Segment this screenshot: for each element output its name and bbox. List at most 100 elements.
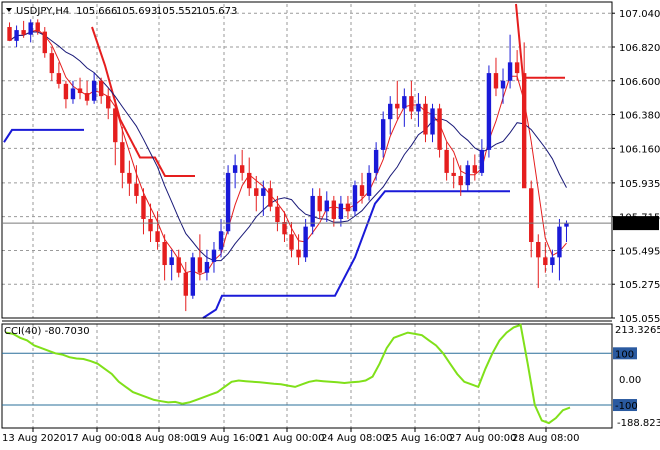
price-tick-label: 105.275 — [619, 280, 660, 291]
candle-body — [465, 165, 470, 186]
current-price-text: 105.673 — [617, 219, 658, 230]
price-axis: 107.040 106.820 106.600 106.380 106.160 105.9… — [612, 9, 660, 325]
stop-line-blue — [3, 128, 510, 319]
cci-level-label: 0.00 — [619, 375, 641, 386]
time-label: 25 Aug 16:00 — [385, 433, 452, 444]
candle-body — [239, 165, 245, 173]
price-tick-label: 106.600 — [619, 77, 660, 88]
candle-body — [437, 108, 442, 150]
price-chart[interactable]: 107.040 106.820 106.600 106.380 106.160 105.9… — [0, 0, 660, 450]
candle-body — [317, 195, 322, 212]
candle-body — [162, 241, 167, 266]
candle-body — [345, 203, 351, 212]
price-tick-label: 107.040 — [619, 9, 660, 20]
low-value: 105.552 — [156, 6, 197, 17]
candle-body — [261, 188, 266, 196]
price-tick-label: 105.935 — [619, 179, 660, 190]
candle-body — [14, 30, 19, 41]
cci-label: CCI(40) -80.7030 — [4, 326, 90, 337]
candle-body — [423, 103, 428, 135]
time-label: 24 Aug 08:00 — [321, 433, 388, 444]
candle-body — [458, 175, 463, 186]
candle-body — [70, 88, 76, 100]
price-tick-label: 106.380 — [619, 111, 660, 122]
candle-body — [56, 73, 62, 84]
candle-body — [303, 226, 308, 258]
candle-body — [49, 53, 55, 74]
candle-body — [331, 200, 337, 219]
time-label: 21 Aug 00:00 — [257, 433, 324, 444]
candle-body — [366, 172, 372, 196]
candle-body — [352, 185, 358, 212]
time-label: 27 Aug 00:00 — [449, 433, 516, 444]
candle-body — [120, 142, 125, 173]
candle-body — [247, 172, 252, 189]
symbol-label: USDJPY,H4 — [16, 6, 69, 17]
chart-header: USDJPY,H4 105.666 105.693 105.552 105.67… — [6, 6, 237, 17]
candle-body — [225, 172, 231, 232]
candle-body — [472, 165, 478, 173]
candle-body — [500, 80, 506, 89]
candle-body — [289, 234, 294, 250]
time-label: 19 Aug 16:00 — [194, 433, 261, 444]
high-value: 105.693 — [116, 6, 157, 17]
cci-level-label: -100 — [615, 401, 638, 412]
candle-body — [21, 30, 26, 35]
candlesticks — [7, 19, 569, 312]
candle-body — [529, 188, 534, 242]
candle-body — [268, 188, 273, 207]
candle-body — [7, 27, 12, 41]
stop-line-red — [91, 3, 565, 177]
time-label: 28 Aug 08:00 — [512, 433, 579, 444]
candle-body — [211, 249, 217, 262]
candle-body — [275, 206, 280, 223]
candle-body — [155, 231, 160, 242]
candle-body — [282, 222, 287, 235]
candle-body — [310, 195, 315, 227]
price-tick-label: 105.495 — [619, 246, 660, 257]
candle-body — [218, 231, 224, 250]
candle-body — [380, 119, 386, 150]
candle-body — [91, 80, 97, 101]
candle-body — [169, 257, 174, 266]
candle-body — [28, 22, 33, 35]
candle-body — [507, 62, 513, 81]
candle-body — [359, 185, 365, 196]
candle-body — [409, 96, 414, 112]
candle-body — [444, 149, 449, 173]
candle-body — [296, 249, 301, 258]
candle-body — [550, 257, 555, 266]
candle-body — [493, 73, 499, 89]
candle-body — [416, 103, 421, 112]
candle-body — [148, 218, 153, 232]
candle-body — [98, 80, 104, 97]
candle-body — [113, 108, 118, 143]
candle-body — [232, 165, 238, 173]
cci-level-label: 100 — [615, 349, 634, 360]
candle-body — [373, 149, 379, 173]
candle-body — [204, 261, 210, 273]
candle-body — [190, 257, 196, 296]
candle-body — [521, 73, 527, 189]
cci-scale-bottom: -188.8236 — [617, 418, 660, 429]
candle-body — [564, 223, 569, 227]
candle-body — [63, 83, 69, 100]
cci-scale-top: 213.3265 — [615, 325, 660, 336]
cci-indicator-pane: 100 0.00 -100 213.3265 -188.8236 — [2, 323, 660, 429]
time-label: 17 Aug 00:00 — [66, 433, 133, 444]
candle-body — [514, 62, 520, 74]
ma-slow-line — [9, 31, 567, 262]
candle-body — [324, 200, 329, 212]
candle-body — [338, 203, 344, 219]
dropdown-triangle-icon[interactable] — [6, 8, 12, 12]
time-label: 18 Aug 08:00 — [129, 433, 196, 444]
cci-line — [5, 323, 571, 425]
candle-body — [106, 96, 111, 109]
candle-body — [176, 257, 181, 273]
candle-body — [35, 22, 40, 32]
candle-body — [42, 31, 47, 54]
price-tick-label: 105.055 — [619, 314, 660, 325]
open-value: 105.666 — [76, 6, 117, 17]
candle-body — [254, 188, 259, 196]
candle-body — [402, 96, 407, 109]
